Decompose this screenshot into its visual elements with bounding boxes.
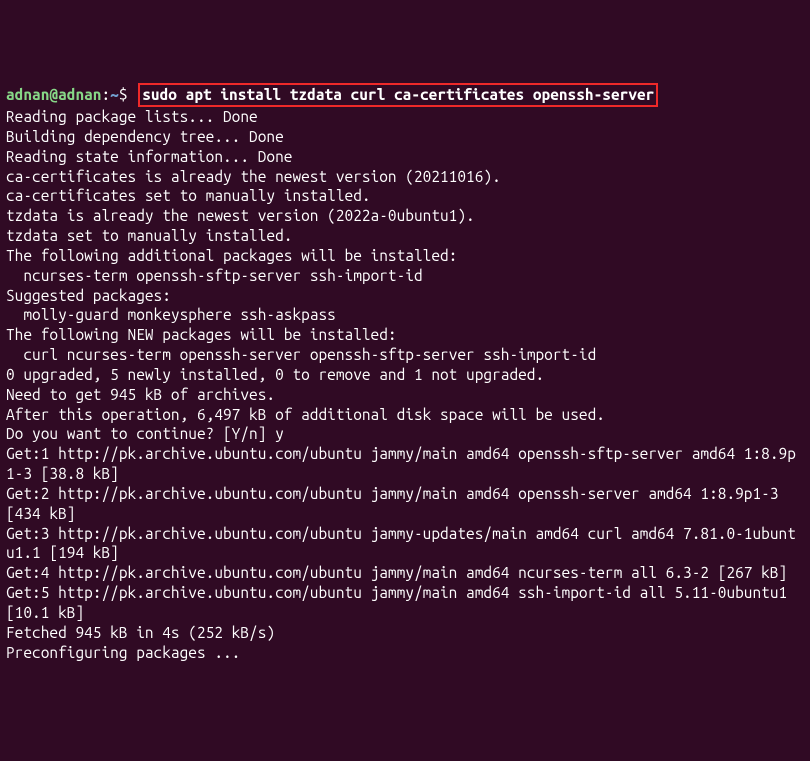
command-text: sudo apt install tzdata curl ca-certific… bbox=[142, 86, 654, 103]
output-line: The following additional packages will b… bbox=[6, 246, 804, 266]
command-highlight-box: sudo apt install tzdata curl ca-certific… bbox=[138, 83, 658, 107]
output-line: Suggested packages: bbox=[6, 286, 804, 306]
terminal-window[interactable]: adnan@adnan:~$ sudo apt install tzdata c… bbox=[6, 83, 804, 662]
output-line: tzdata is already the newest version (20… bbox=[6, 206, 804, 226]
output-line: After this operation, 6,497 kB of additi… bbox=[6, 405, 804, 425]
prompt-dollar: $ bbox=[119, 86, 128, 103]
prompt-cwd: ~ bbox=[110, 86, 119, 103]
output-line: Building dependency tree... Done bbox=[6, 127, 804, 147]
output-line: Reading package lists... Done bbox=[6, 107, 804, 127]
output-line: Do you want to continue? [Y/n] y bbox=[6, 424, 804, 444]
output-line: Get:1 http://pk.archive.ubuntu.com/ubunt… bbox=[6, 444, 804, 484]
output-line: ncurses-term openssh-sftp-server ssh-imp… bbox=[6, 266, 804, 286]
output-line: Fetched 945 kB in 4s (252 kB/s) bbox=[6, 623, 804, 643]
output-line: Reading state information... Done bbox=[6, 147, 804, 167]
output-line: ca-certificates set to manually installe… bbox=[6, 186, 804, 206]
output-line: Get:2 http://pk.archive.ubuntu.com/ubunt… bbox=[6, 484, 804, 524]
shell-prompt: adnan@adnan:~$ bbox=[6, 86, 128, 103]
output-line: curl ncurses-term openssh-server openssh… bbox=[6, 345, 804, 365]
output-line: Need to get 945 kB of archives. bbox=[6, 385, 804, 405]
output-line: The following NEW packages will be insta… bbox=[6, 325, 804, 345]
output-line: 0 upgraded, 5 newly installed, 0 to remo… bbox=[6, 365, 804, 385]
prompt-colon: : bbox=[101, 86, 110, 103]
output-line: Preconfiguring packages ... bbox=[6, 643, 804, 663]
prompt-user-host: adnan@adnan bbox=[6, 86, 101, 103]
output-line: Get:5 http://pk.archive.ubuntu.com/ubunt… bbox=[6, 583, 804, 623]
output-line: ca-certificates is already the newest ve… bbox=[6, 167, 804, 187]
output-line: tzdata set to manually installed. bbox=[6, 226, 804, 246]
output-line: Get:3 http://pk.archive.ubuntu.com/ubunt… bbox=[6, 524, 804, 564]
output-line: molly-guard monkeysphere ssh-askpass bbox=[6, 305, 804, 325]
output-line: Get:4 http://pk.archive.ubuntu.com/ubunt… bbox=[6, 563, 804, 583]
